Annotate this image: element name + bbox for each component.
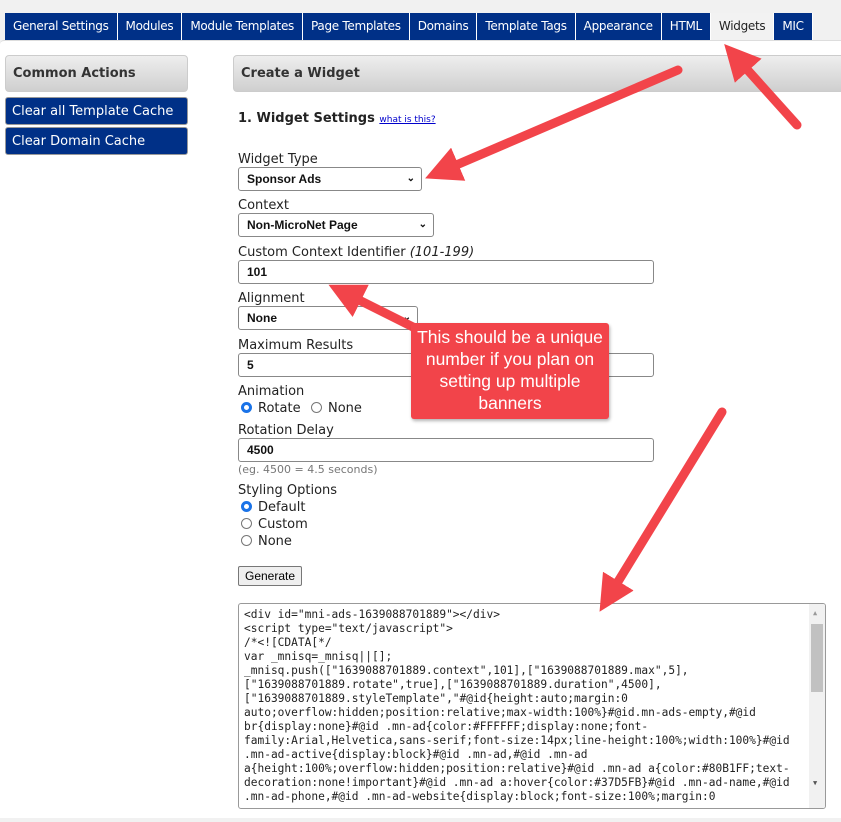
annotation-callout: This should be a unique number if you pl…	[411, 323, 609, 419]
arrow-to-widgets-tab	[724, 43, 802, 130]
arrow-to-widget-type	[425, 65, 683, 181]
arrow-to-custom-id	[328, 284, 420, 333]
arrow-to-code	[599, 407, 727, 612]
